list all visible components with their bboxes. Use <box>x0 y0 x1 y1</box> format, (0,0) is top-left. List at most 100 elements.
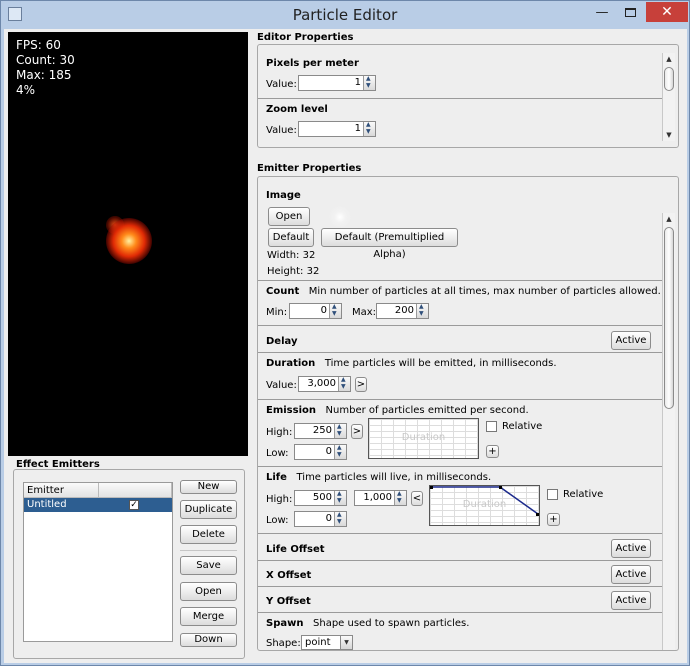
spinner-value: 1 <box>354 123 361 134</box>
zoom-level-label: Value: <box>266 125 297 136</box>
table-header-enabled[interactable] <box>99 483 172 498</box>
spinner-arrows-icon[interactable] <box>334 511 346 526</box>
delay-title: Delay <box>266 336 298 347</box>
spinner-arrows-icon[interactable] <box>394 490 406 505</box>
duration-title: Duration <box>266 358 316 369</box>
spinner-arrows-icon[interactable] <box>334 444 346 459</box>
spinner-arrows-icon[interactable] <box>363 121 375 136</box>
spinner-arrows-icon[interactable] <box>334 423 346 438</box>
down-button[interactable]: Down <box>180 633 237 647</box>
divider <box>258 612 662 613</box>
scroll-up-icon[interactable]: ▲ <box>663 213 675 225</box>
spawn-header: Spawn Shape used to spawn particles. <box>266 618 469 629</box>
emitter-properties-scrollbar[interactable]: ▲ ▼ <box>662 213 675 650</box>
life-high2-spinner[interactable]: 1,000 <box>354 490 407 506</box>
scroll-up-icon[interactable]: ▲ <box>663 53 675 65</box>
life-add-point-button[interactable]: + <box>547 513 560 526</box>
spinner-arrows-icon[interactable] <box>416 303 428 318</box>
max-readout: Max: 185 <box>16 68 72 82</box>
delay-active-button[interactable]: Active <box>611 331 651 350</box>
spinner-value: 3,000 <box>307 378 336 389</box>
button-divider <box>180 550 237 551</box>
divider <box>258 98 662 99</box>
table-header-emitter[interactable]: Emitter <box>24 483 99 498</box>
spinner-arrows-icon[interactable] <box>334 490 346 505</box>
maximize-button[interactable] <box>618 5 644 23</box>
y-offset-title: Y Offset <box>266 596 311 607</box>
save-button[interactable]: Save <box>180 556 237 575</box>
life-offset-active-button[interactable]: Active <box>611 539 651 558</box>
default-image-button[interactable]: Default <box>268 228 314 247</box>
emission-low-spinner[interactable]: 0 <box>294 444 347 460</box>
pixels-per-meter-label: Value: <box>266 79 297 90</box>
life-graph[interactable]: Duration <box>429 485 540 526</box>
table-row[interactable]: Untitled ✓ <box>24 498 172 512</box>
pixels-per-meter-title: Pixels per meter <box>266 58 359 69</box>
chevron-down-icon[interactable]: ▼ <box>340 636 352 649</box>
emission-add-point-button[interactable]: + <box>486 445 499 458</box>
particle-glow <box>106 218 152 264</box>
divider <box>258 399 662 400</box>
spawn-shape-select[interactable]: point ▼ <box>301 635 353 650</box>
maximize-icon <box>625 8 636 17</box>
divider <box>258 533 662 534</box>
emission-graph[interactable]: Duration <box>368 418 479 459</box>
duration-expand-button[interactable]: > <box>355 377 367 392</box>
curve-point[interactable] <box>499 486 502 489</box>
editor-properties-panel: Pixels per meter Value: 1 Zoom level Val… <box>257 44 679 148</box>
zoom-level-spinner[interactable]: 1 <box>298 121 376 137</box>
spinner-value: 200 <box>394 305 414 316</box>
curve-point[interactable] <box>536 513 539 516</box>
new-button[interactable]: New <box>180 480 237 494</box>
default-premultiplied-button[interactable]: Default (Premultiplied Alpha) <box>321 228 458 260</box>
spinner-arrows-icon[interactable] <box>338 376 350 391</box>
count-min-spinner[interactable]: 0 <box>289 303 342 319</box>
emitter-table[interactable]: Emitter Untitled ✓ <box>23 482 173 642</box>
particle-preview[interactable]: FPS: 60 Count: 30 Max: 185 4% <box>8 32 248 456</box>
delete-button[interactable]: Delete <box>180 525 237 544</box>
count-max-spinner[interactable]: 200 <box>376 303 429 319</box>
spinner-value: 1 <box>354 77 361 88</box>
duration-value-label: Value: <box>266 380 297 391</box>
curve-point[interactable] <box>430 486 433 489</box>
close-button[interactable]: ✕ <box>646 2 688 22</box>
life-collapse-button[interactable]: < <box>411 491 423 506</box>
spawn-description: Shape used to spawn particles. <box>313 618 470 629</box>
divider <box>258 586 662 587</box>
emitter-enabled-checkbox[interactable]: ✓ <box>129 500 139 510</box>
y-offset-active-button[interactable]: Active <box>611 591 651 610</box>
spinner-arrows-icon[interactable] <box>363 75 375 90</box>
emission-expand-button[interactable]: > <box>351 424 363 439</box>
open-button[interactable]: Open <box>180 582 237 601</box>
life-relative-checkbox[interactable] <box>547 489 558 500</box>
minimize-button[interactable]: — <box>589 5 615 23</box>
emission-high-spinner[interactable]: 250 <box>294 423 347 439</box>
editor-properties-scrollbar[interactable]: ▲ ▼ <box>662 53 675 141</box>
duration-spinner[interactable]: 3,000 <box>298 376 351 392</box>
merge-button[interactable]: Merge <box>180 607 237 626</box>
spinner-value: 0 <box>320 305 327 316</box>
emission-title: Emission <box>266 405 316 416</box>
emitter-properties-panel: Image Open Default Default (Premultiplie… <box>257 176 679 651</box>
emission-relative-checkbox[interactable] <box>486 421 497 432</box>
scrollbar-thumb[interactable] <box>664 67 674 91</box>
count-title: Count <box>266 286 300 297</box>
scroll-down-icon[interactable]: ▼ <box>663 129 675 141</box>
fps-readout: FPS: 60 <box>16 38 61 52</box>
pixels-per-meter-spinner[interactable]: 1 <box>298 75 376 91</box>
count-header: Count Min number of particles at all tim… <box>266 286 661 297</box>
duplicate-button[interactable]: Duplicate <box>180 500 237 519</box>
duration-header: Duration Time particles will be emitted,… <box>266 358 557 369</box>
divider <box>258 352 662 353</box>
emitter-name: Untitled <box>27 499 67 510</box>
life-high-spinner[interactable]: 500 <box>294 490 347 506</box>
image-open-button[interactable]: Open <box>268 207 310 226</box>
scrollbar-thumb[interactable] <box>664 227 674 409</box>
life-low-spinner[interactable]: 0 <box>294 511 347 527</box>
title-bar[interactable]: Particle Editor — ✕ <box>1 1 689 29</box>
emission-description: Number of particles emitted per second. <box>325 405 529 416</box>
spinner-arrows-icon[interactable] <box>329 303 341 318</box>
x-offset-active-button[interactable]: Active <box>611 565 651 584</box>
divider <box>258 280 662 281</box>
spinner-value: 0 <box>325 513 332 524</box>
